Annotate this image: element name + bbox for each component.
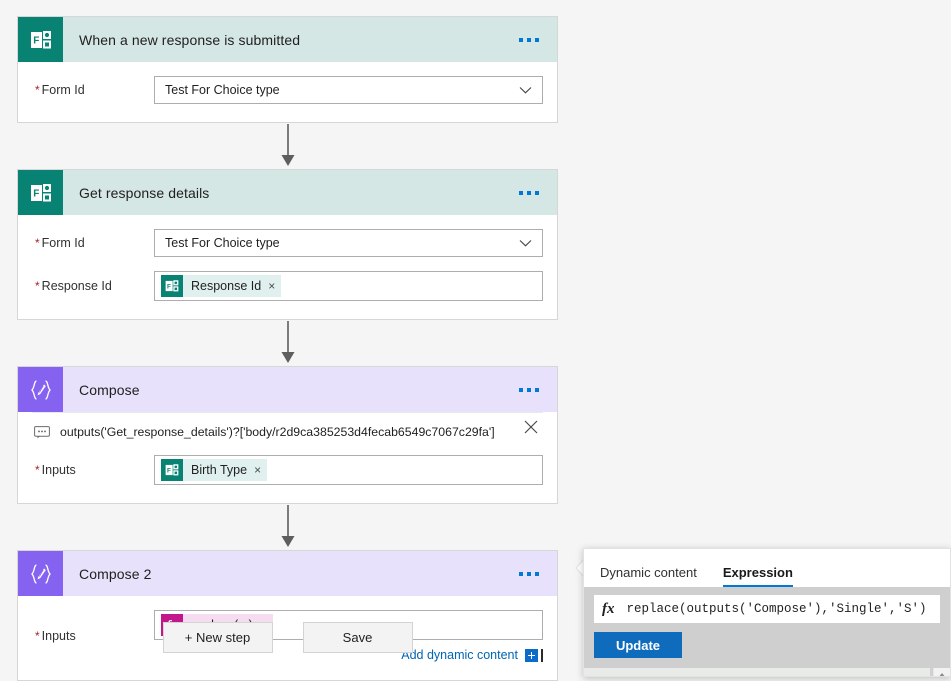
connector-arrow (17, 123, 558, 169)
compose-icon (18, 367, 63, 412)
menu-dot (519, 37, 523, 42)
menu-dot (527, 190, 531, 195)
svg-text:F: F (167, 283, 171, 290)
param-label: * Inputs (32, 463, 154, 477)
required-asterisk: * (35, 83, 40, 97)
scroll-up-icon[interactable] (938, 673, 946, 676)
step-header-compose[interactable]: Compose (18, 367, 557, 412)
required-asterisk: * (35, 279, 40, 293)
param-field: F Response Id × (154, 271, 543, 301)
param-field: Test For Choice type (154, 76, 543, 104)
microsoft-forms-icon: F (18, 17, 63, 62)
param-label: * Form Id (32, 236, 154, 250)
step-body-trigger: * Form Id Test For Choice type (18, 62, 557, 122)
menu-dot (519, 571, 523, 576)
param-label-text: Response Id (41, 279, 112, 293)
step-menu-button[interactable] (515, 568, 543, 580)
menu-dot (527, 387, 531, 392)
token-label: Birth Type (191, 463, 248, 477)
compose-icon (18, 551, 63, 596)
microsoft-forms-icon: F (18, 170, 63, 215)
popup-scrollbar[interactable] (933, 668, 950, 676)
param-row-inputs: * Inputs F Birth Type × (32, 441, 543, 485)
step-body-get-response-details: * Form Id Test For Choice type * Response … (18, 215, 557, 319)
menu-dot (535, 387, 539, 392)
menu-dot (519, 387, 523, 392)
step-menu-button[interactable] (515, 34, 543, 46)
compose-inputs-field[interactable]: F Birth Type × (154, 455, 543, 485)
param-row-response-id: * Response Id F Response Id × (32, 257, 543, 301)
expression-preview-text: outputs('Get_response_details')?['body/r… (60, 425, 495, 439)
response-id-input[interactable]: F Response Id × (154, 271, 543, 301)
step-title: Compose (79, 381, 140, 398)
step-header-compose-2[interactable]: Compose 2 (18, 551, 557, 596)
param-row-form-id: * Form Id Test For Choice type (32, 215, 543, 257)
new-step-button[interactable]: + New step (162, 622, 273, 653)
step-card-compose-2[interactable]: Compose 2 *Inputs fx replace(...) (17, 550, 558, 681)
menu-dot (535, 190, 539, 195)
update-button[interactable]: Update (594, 632, 682, 658)
chevron-down-icon[interactable] (519, 237, 532, 250)
remove-token-icon[interactable]: × (268, 280, 275, 292)
menu-dot (527, 37, 531, 42)
expression-input-value: replace(outputs('Compose'),'Single','S') (626, 602, 927, 616)
required-asterisk: * (35, 236, 40, 250)
param-label: * Response Id (32, 279, 154, 293)
param-row-form-id: * Form Id Test For Choice type (32, 62, 543, 104)
token-label: Response Id (191, 279, 262, 293)
form-id-dropdown[interactable]: Test For Choice type (154, 76, 543, 104)
expression-editor-popup[interactable]: Dynamic content Expression fx replace(ou… (583, 548, 951, 677)
microsoft-forms-icon: F (161, 275, 183, 297)
param-label-text: Form Id (41, 83, 85, 97)
microsoft-forms-icon: F (161, 459, 183, 481)
step-menu-button[interactable] (515, 384, 543, 396)
step-card-compose[interactable]: Compose outputs('Get_response_details')?… (17, 366, 558, 504)
tab-dynamic-content[interactable]: Dynamic content (600, 565, 697, 587)
step-title: When a new response is submitted (79, 31, 301, 48)
step-card-trigger[interactable]: F When a new response is submitted * For… (17, 16, 558, 123)
required-asterisk: * (35, 463, 40, 477)
chevron-down-icon[interactable] (519, 84, 532, 97)
dynamic-content-token[interactable]: F Birth Type × (161, 459, 268, 481)
popup-tab-list: Dynamic content Expression (584, 549, 950, 587)
fx-icon: fx (602, 600, 615, 617)
menu-dot (535, 37, 539, 42)
menu-dot (527, 571, 531, 576)
connector-arrow (17, 504, 558, 550)
flow-designer-canvas: F When a new response is submitted * For… (0, 0, 951, 681)
param-label-text: Form Id (41, 236, 85, 250)
step-header-trigger[interactable]: F When a new response is submitted (18, 17, 557, 62)
tab-expression[interactable]: Expression (722, 565, 794, 587)
param-field: Test For Choice type (154, 229, 543, 257)
svg-text:F: F (33, 188, 39, 199)
expression-input[interactable]: fx replace(outputs('Compose'),'Single','… (594, 595, 940, 623)
param-label: * Form Id (32, 83, 154, 97)
flow-step-column: F When a new response is submitted * For… (17, 16, 558, 681)
close-icon[interactable] (523, 419, 539, 435)
connector-arrow (17, 320, 558, 366)
save-button[interactable]: Save (302, 622, 413, 653)
param-label-text: Inputs (41, 463, 76, 477)
svg-text:F: F (33, 35, 39, 46)
dynamic-content-token[interactable]: F Response Id × (161, 275, 282, 297)
step-title: Compose 2 (79, 565, 152, 582)
step-card-get-response-details[interactable]: F Get response details * Form Id Test Fo… (17, 169, 558, 320)
svg-text:F: F (167, 467, 171, 474)
bottom-action-bar: + New step Save (17, 622, 558, 653)
form-id-value: Test For Choice type (165, 236, 280, 250)
form-id-value: Test For Choice type (165, 83, 280, 97)
menu-dot (519, 190, 523, 195)
param-field: F Birth Type × (154, 455, 543, 485)
form-id-dropdown[interactable]: Test For Choice type (154, 229, 543, 257)
expression-preview-row[interactable]: outputs('Get_response_details')?['body/r… (32, 412, 543, 441)
step-title: Get response details (79, 184, 210, 201)
popup-body: fx replace(outputs('Compose'),'Single','… (584, 587, 950, 668)
step-menu-button[interactable] (515, 187, 543, 199)
step-header-get-response-details[interactable]: F Get response details (18, 170, 557, 215)
popup-footer (584, 668, 950, 676)
menu-dot (535, 571, 539, 576)
remove-token-icon[interactable]: × (254, 464, 261, 476)
tooltip-icon (34, 425, 50, 439)
step-body-compose: outputs('Get_response_details')?['body/r… (18, 412, 557, 503)
